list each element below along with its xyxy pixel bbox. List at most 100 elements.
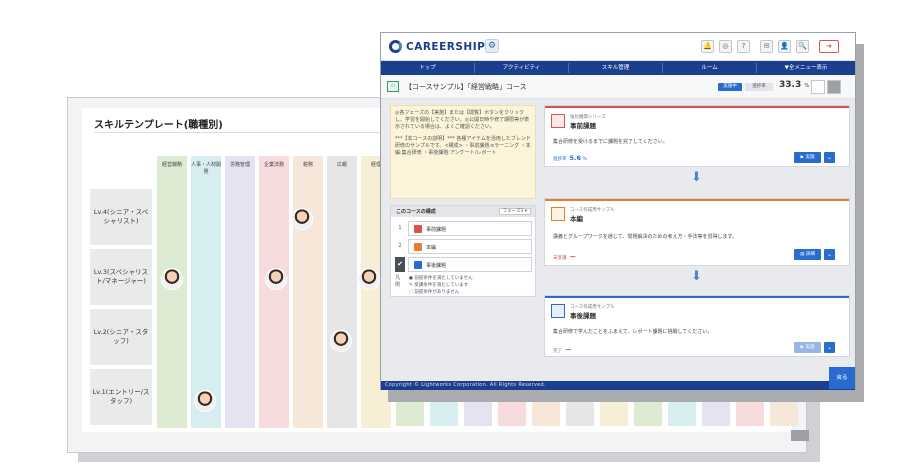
card-metric: 未受講ー — [553, 251, 576, 261]
card-stripe — [545, 296, 849, 298]
step-box: 事前課題 — [408, 221, 532, 236]
nav-skill-management[interactable]: スキル管理 — [569, 61, 662, 75]
search-icon[interactable]: 🔍 — [796, 40, 809, 53]
card-description: 集合研修を受けるまでに課題を完了してください。 — [553, 139, 668, 145]
lightbulb-icon[interactable]: ◎ — [719, 40, 732, 53]
card-description: 集合研修で学んだことをふまえて、レポート課題に挑戦してください。 — [553, 329, 713, 335]
progress-label: 進捗率 — [745, 83, 773, 91]
card-title[interactable]: 事前課題 — [570, 120, 596, 130]
metric-label: 完了 — [553, 349, 562, 354]
metric-value: 5.6 — [569, 154, 582, 162]
phase-card-post-task: コース作成用サンプル 事後課題 集合研修で学んだことをふまえて、レポート課題に挑… — [544, 295, 850, 357]
skill-column-header: 人事・人材開発 — [191, 162, 222, 175]
structure-step[interactable]: 1 事前課題 — [395, 221, 533, 236]
course-icon: ▭ — [387, 81, 399, 92]
nav-all-menu[interactable]: ▼全メニュー表示 — [757, 61, 855, 75]
help-icon[interactable]: ? — [737, 40, 750, 53]
card-metric: 進捗率 5.6 % — [553, 154, 587, 162]
metric-unit: % — [582, 157, 587, 162]
notice-text: ◎各フェーズの【実施】または【閲覧】ボタンをクリックし、学習を開始してください。… — [395, 110, 530, 130]
course-title: 【コースサンプル】「経営戦略」コース — [405, 83, 527, 91]
avatar[interactable] — [330, 330, 352, 352]
arrow-down-icon: ⬇ — [691, 170, 702, 185]
status-badge: 実施中 — [718, 83, 742, 91]
skill-template-title: スキルテンプレート(職種別) — [94, 120, 223, 131]
structure-header: このコースの構成 フェーズ3 ▾ — [391, 206, 535, 217]
card-description: 講義とグループワークを通じて、問題解決のための考え方・手法等を習得します。 — [553, 234, 737, 240]
pre-task-icon — [414, 225, 422, 233]
user-icon[interactable]: 👤 — [778, 40, 791, 53]
step-label: 事後課題 — [426, 263, 447, 269]
nav-room[interactable]: ルーム — [663, 61, 756, 75]
skill-column-header: 労務管理 — [229, 162, 250, 168]
card-metric: 完了ー — [553, 344, 572, 354]
chevron-down-icon[interactable]: ⌄ — [824, 152, 835, 163]
phase-card-pre-task: 強化機関シリーズ 事前課題 集合研修を受けるまでに課題を完了してください。 進捗… — [544, 105, 850, 167]
detail-button[interactable]: ▤ 詳細 — [794, 249, 821, 260]
start-button[interactable]: ▶ 実施 — [794, 342, 821, 353]
notice-text: ***【本コースの説明】*** 各種アイテムを活用したブレンド研修のサンプルです… — [395, 136, 531, 156]
structure-step[interactable]: 2 本編 — [395, 239, 533, 254]
avatar[interactable] — [161, 268, 183, 290]
bell-icon[interactable]: 🔔 — [701, 40, 714, 53]
arrow-down-icon: ⬇ — [691, 269, 702, 284]
card-stripe — [545, 199, 849, 201]
nav-activity[interactable]: アクティビティ — [475, 61, 568, 75]
step-label: 事前課題 — [426, 227, 447, 233]
logout-icon[interactable]: ➜ — [819, 40, 839, 53]
pre-task-icon — [551, 114, 565, 128]
back-button[interactable]: 戻る — [829, 367, 855, 389]
metric-value: ー — [565, 346, 572, 354]
metric-label: 進捗率 — [553, 157, 567, 162]
avatar[interactable] — [265, 268, 287, 290]
step-number: 2 — [398, 243, 402, 249]
phase-select[interactable]: フェーズ3 ▾ — [498, 208, 531, 215]
course-structure: このコースの構成 フェーズ3 ▾ 1 事前課題 2 本編 ✔ 事後課題 凡例 ●… — [390, 205, 536, 297]
course-content: ◎各フェーズの【実施】または【閲覧】ボタンをクリックし、学習を開始してください。… — [381, 99, 855, 381]
level-row-2: Lv.2(シニア・スタッフ) — [90, 309, 152, 365]
main-session-icon — [414, 243, 422, 251]
careership-logo-icon — [389, 40, 402, 53]
course-header: ▭ 【コースサンプル】「経営戦略」コース 実施中 進捗率 33.3 % — [381, 75, 855, 99]
skill-column-header: 広報 — [336, 162, 347, 168]
legend-item: ● 前提条件を満たしていません — [409, 276, 473, 281]
copyright: Copyright © Lightworks Corporation. All … — [385, 382, 546, 388]
post-task-icon — [551, 304, 565, 318]
phase-card-main: コース作成用サンプル 本編 講義とグループワークを通じて、問題解決のための考え方… — [544, 198, 850, 266]
mail-icon[interactable]: ✉ — [760, 40, 773, 53]
avatar[interactable] — [358, 268, 380, 290]
avatar[interactable] — [194, 390, 216, 412]
skill-column: 経営戦略 — [157, 156, 187, 428]
footer: Copyright © Lightworks Corporation. All … — [381, 381, 855, 390]
view-toggle[interactable] — [811, 80, 825, 94]
skill-column-header: 企業法務 — [263, 162, 284, 168]
card-stripe — [545, 106, 849, 108]
post-task-icon — [414, 261, 422, 269]
step-number: 1 — [398, 225, 402, 231]
structure-title: このコースの構成 — [396, 209, 436, 215]
skill-column-header: 税務 — [302, 162, 313, 168]
gear-icon[interactable]: ⚙ — [485, 39, 499, 53]
start-button[interactable]: ▶ 実施 — [794, 152, 821, 163]
structure-step[interactable]: ✔ 事後課題 — [395, 257, 533, 272]
skill-column-header: 経営戦略 — [161, 162, 182, 168]
view-toggle[interactable] — [827, 80, 841, 94]
careership-window: CAREERSHIP ⚙ 🔔 ◎ ? ✉ 👤 🔍 ➜ トップ アクティビティ ス… — [380, 32, 856, 390]
card-title[interactable]: 本編 — [570, 213, 583, 223]
chevron-down-icon[interactable]: ⌄ — [824, 342, 835, 353]
step-label: 本編 — [426, 245, 437, 251]
main-nav: トップ アクティビティ スキル管理 ルーム ▼全メニュー表示 — [381, 61, 855, 75]
nav-top[interactable]: トップ — [381, 61, 474, 75]
card-title[interactable]: 事後課題 — [570, 310, 596, 320]
chevron-down-icon[interactable]: ⌄ — [824, 249, 835, 260]
legend-items: ● 前提条件を満たしていません ✎ 受講条件を満たしています ◌ 前提条件があり… — [409, 275, 519, 296]
progress-unit: % — [804, 83, 810, 89]
app-logo[interactable]: CAREERSHIP — [406, 41, 485, 53]
avatar[interactable] — [291, 208, 313, 230]
skill-column: 税務 — [293, 156, 323, 428]
scroll-indicator — [791, 430, 809, 441]
check-icon: ✔ — [395, 257, 405, 272]
skill-column: 企業法務 — [259, 156, 289, 428]
skill-column: 人事・人材開発 — [191, 156, 221, 428]
metric-label: 未受講 — [553, 256, 567, 261]
